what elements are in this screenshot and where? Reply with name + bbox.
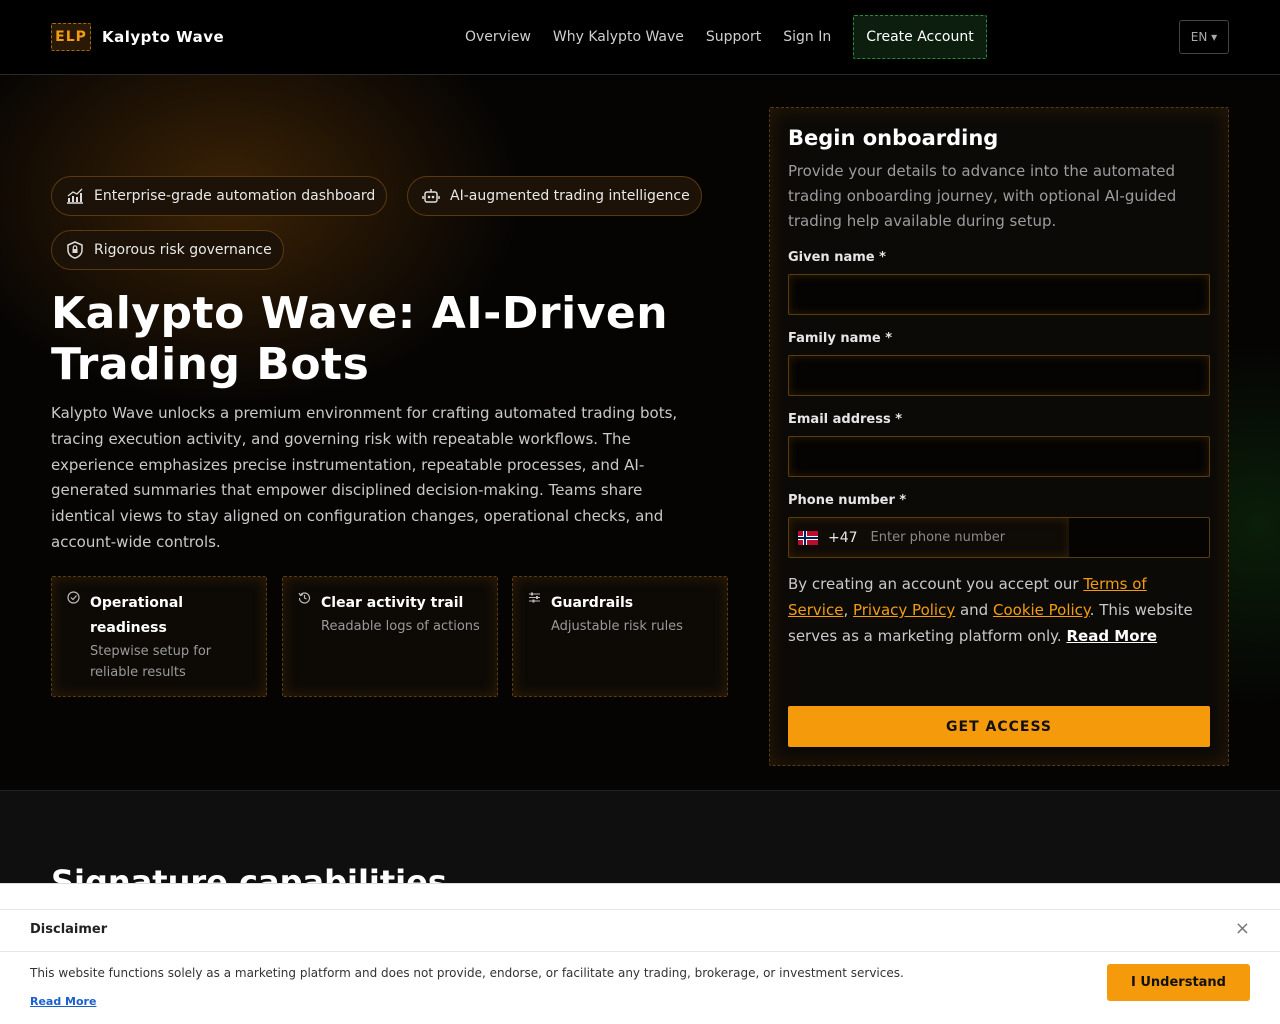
terms-prefix: By creating an account you accept our xyxy=(788,575,1084,593)
nav-overview[interactable]: Overview xyxy=(465,29,531,45)
card-desc: Readable logs of actions xyxy=(321,619,480,634)
chip-risk-governance: Rigorous risk governance xyxy=(51,230,284,270)
phone-label: Phone number * xyxy=(788,493,907,508)
shield-lock-icon xyxy=(66,241,84,259)
feature-card-activity: Clear activity trail Readable logs of ac… xyxy=(282,576,498,697)
disclaimer-text: This website functions solely as a marke… xyxy=(30,966,904,980)
card-title: Clear activity trail xyxy=(321,595,464,611)
given-name-input[interactable] xyxy=(788,274,1210,315)
family-name-label: Family name * xyxy=(788,331,893,346)
get-access-button[interactable]: GET ACCESS xyxy=(788,706,1210,747)
phone-field: +47 xyxy=(788,517,1210,558)
disclaimer-title: Disclaimer xyxy=(30,922,108,937)
nav-sign-in[interactable]: Sign In xyxy=(783,29,831,45)
check-circle-icon xyxy=(67,591,80,604)
chip-ai-intelligence: AI-augmented trading intelligence xyxy=(407,176,702,216)
read-more-link[interactable]: Read More xyxy=(1066,627,1157,645)
main-nav: Overview Why Kalypto Wave Support Sign I… xyxy=(465,14,987,60)
nav-support[interactable]: Support xyxy=(706,29,761,45)
chip-label: Enterprise-grade automation dashboard xyxy=(94,188,376,204)
cookie-policy-link[interactable]: Cookie Policy xyxy=(993,601,1090,619)
robot-icon xyxy=(422,187,440,205)
onboarding-form: Begin onboarding Provide your details to… xyxy=(769,107,1229,766)
nav-why[interactable]: Why Kalypto Wave xyxy=(553,29,684,45)
family-name-input[interactable] xyxy=(788,355,1210,396)
terms-text: By creating an account you accept our Te… xyxy=(788,571,1208,649)
site-header: ELP Kalypto Wave Overview Why Kalypto Wa… xyxy=(0,0,1280,75)
card-title: Guardrails xyxy=(551,595,634,611)
phone-input[interactable] xyxy=(870,530,1051,545)
logo[interactable]: ELP Kalypto Wave xyxy=(51,23,224,51)
card-desc: Stepwise setup for reliable results xyxy=(90,644,212,680)
email-input[interactable] xyxy=(788,436,1210,477)
logo-text: Kalypto Wave xyxy=(102,28,225,46)
norway-flag-icon[interactable] xyxy=(798,530,818,545)
phone-country-code[interactable]: +47 xyxy=(828,530,858,546)
given-name-label: Given name * xyxy=(788,250,886,265)
hero-lead: Kalypto Wave unlocks a premium environme… xyxy=(51,404,678,551)
form-title: Begin onboarding xyxy=(788,126,999,150)
feature-card-operational: Operational readiness Stepwise setup for… xyxy=(51,576,267,697)
feature-card-guardrails: Guardrails Adjustable risk rules xyxy=(512,576,728,697)
chip-label: Rigorous risk governance xyxy=(94,242,272,258)
hero-section: Enterprise-grade automation dashboard AI… xyxy=(0,75,1280,790)
chart-icon xyxy=(66,187,84,205)
disclaimer-read-more-link[interactable]: Read More xyxy=(30,995,96,1008)
phone-left: +47 xyxy=(789,518,1069,557)
terms-and: and xyxy=(955,601,993,619)
card-desc: Adjustable risk rules xyxy=(551,619,683,634)
disclaimer-banner: Disclaimer × This website functions sole… xyxy=(0,883,1280,1024)
language-selector[interactable]: EN ▾ xyxy=(1179,20,1229,54)
privacy-policy-link[interactable]: Privacy Policy xyxy=(853,601,955,619)
create-account-button[interactable]: Create Account xyxy=(853,15,987,59)
understand-button[interactable]: I Understand xyxy=(1107,964,1250,1001)
history-icon xyxy=(298,591,311,604)
form-description: Provide your details to advance into the… xyxy=(788,162,1177,230)
disclaimer-header: Disclaimer × xyxy=(0,909,1280,952)
page-title: Kalypto Wave: AI-Driven Trading Bots xyxy=(51,288,669,390)
logo-mark: ELP xyxy=(51,23,91,51)
terms-sep: , xyxy=(843,601,853,619)
sliders-icon xyxy=(528,591,541,604)
card-title: Operational readiness xyxy=(90,595,184,636)
chip-automation-dashboard: Enterprise-grade automation dashboard xyxy=(51,176,388,216)
close-icon[interactable]: × xyxy=(1235,920,1250,938)
email-label: Email address * xyxy=(788,412,903,427)
chip-label: AI-augmented trading intelligence xyxy=(450,188,690,204)
